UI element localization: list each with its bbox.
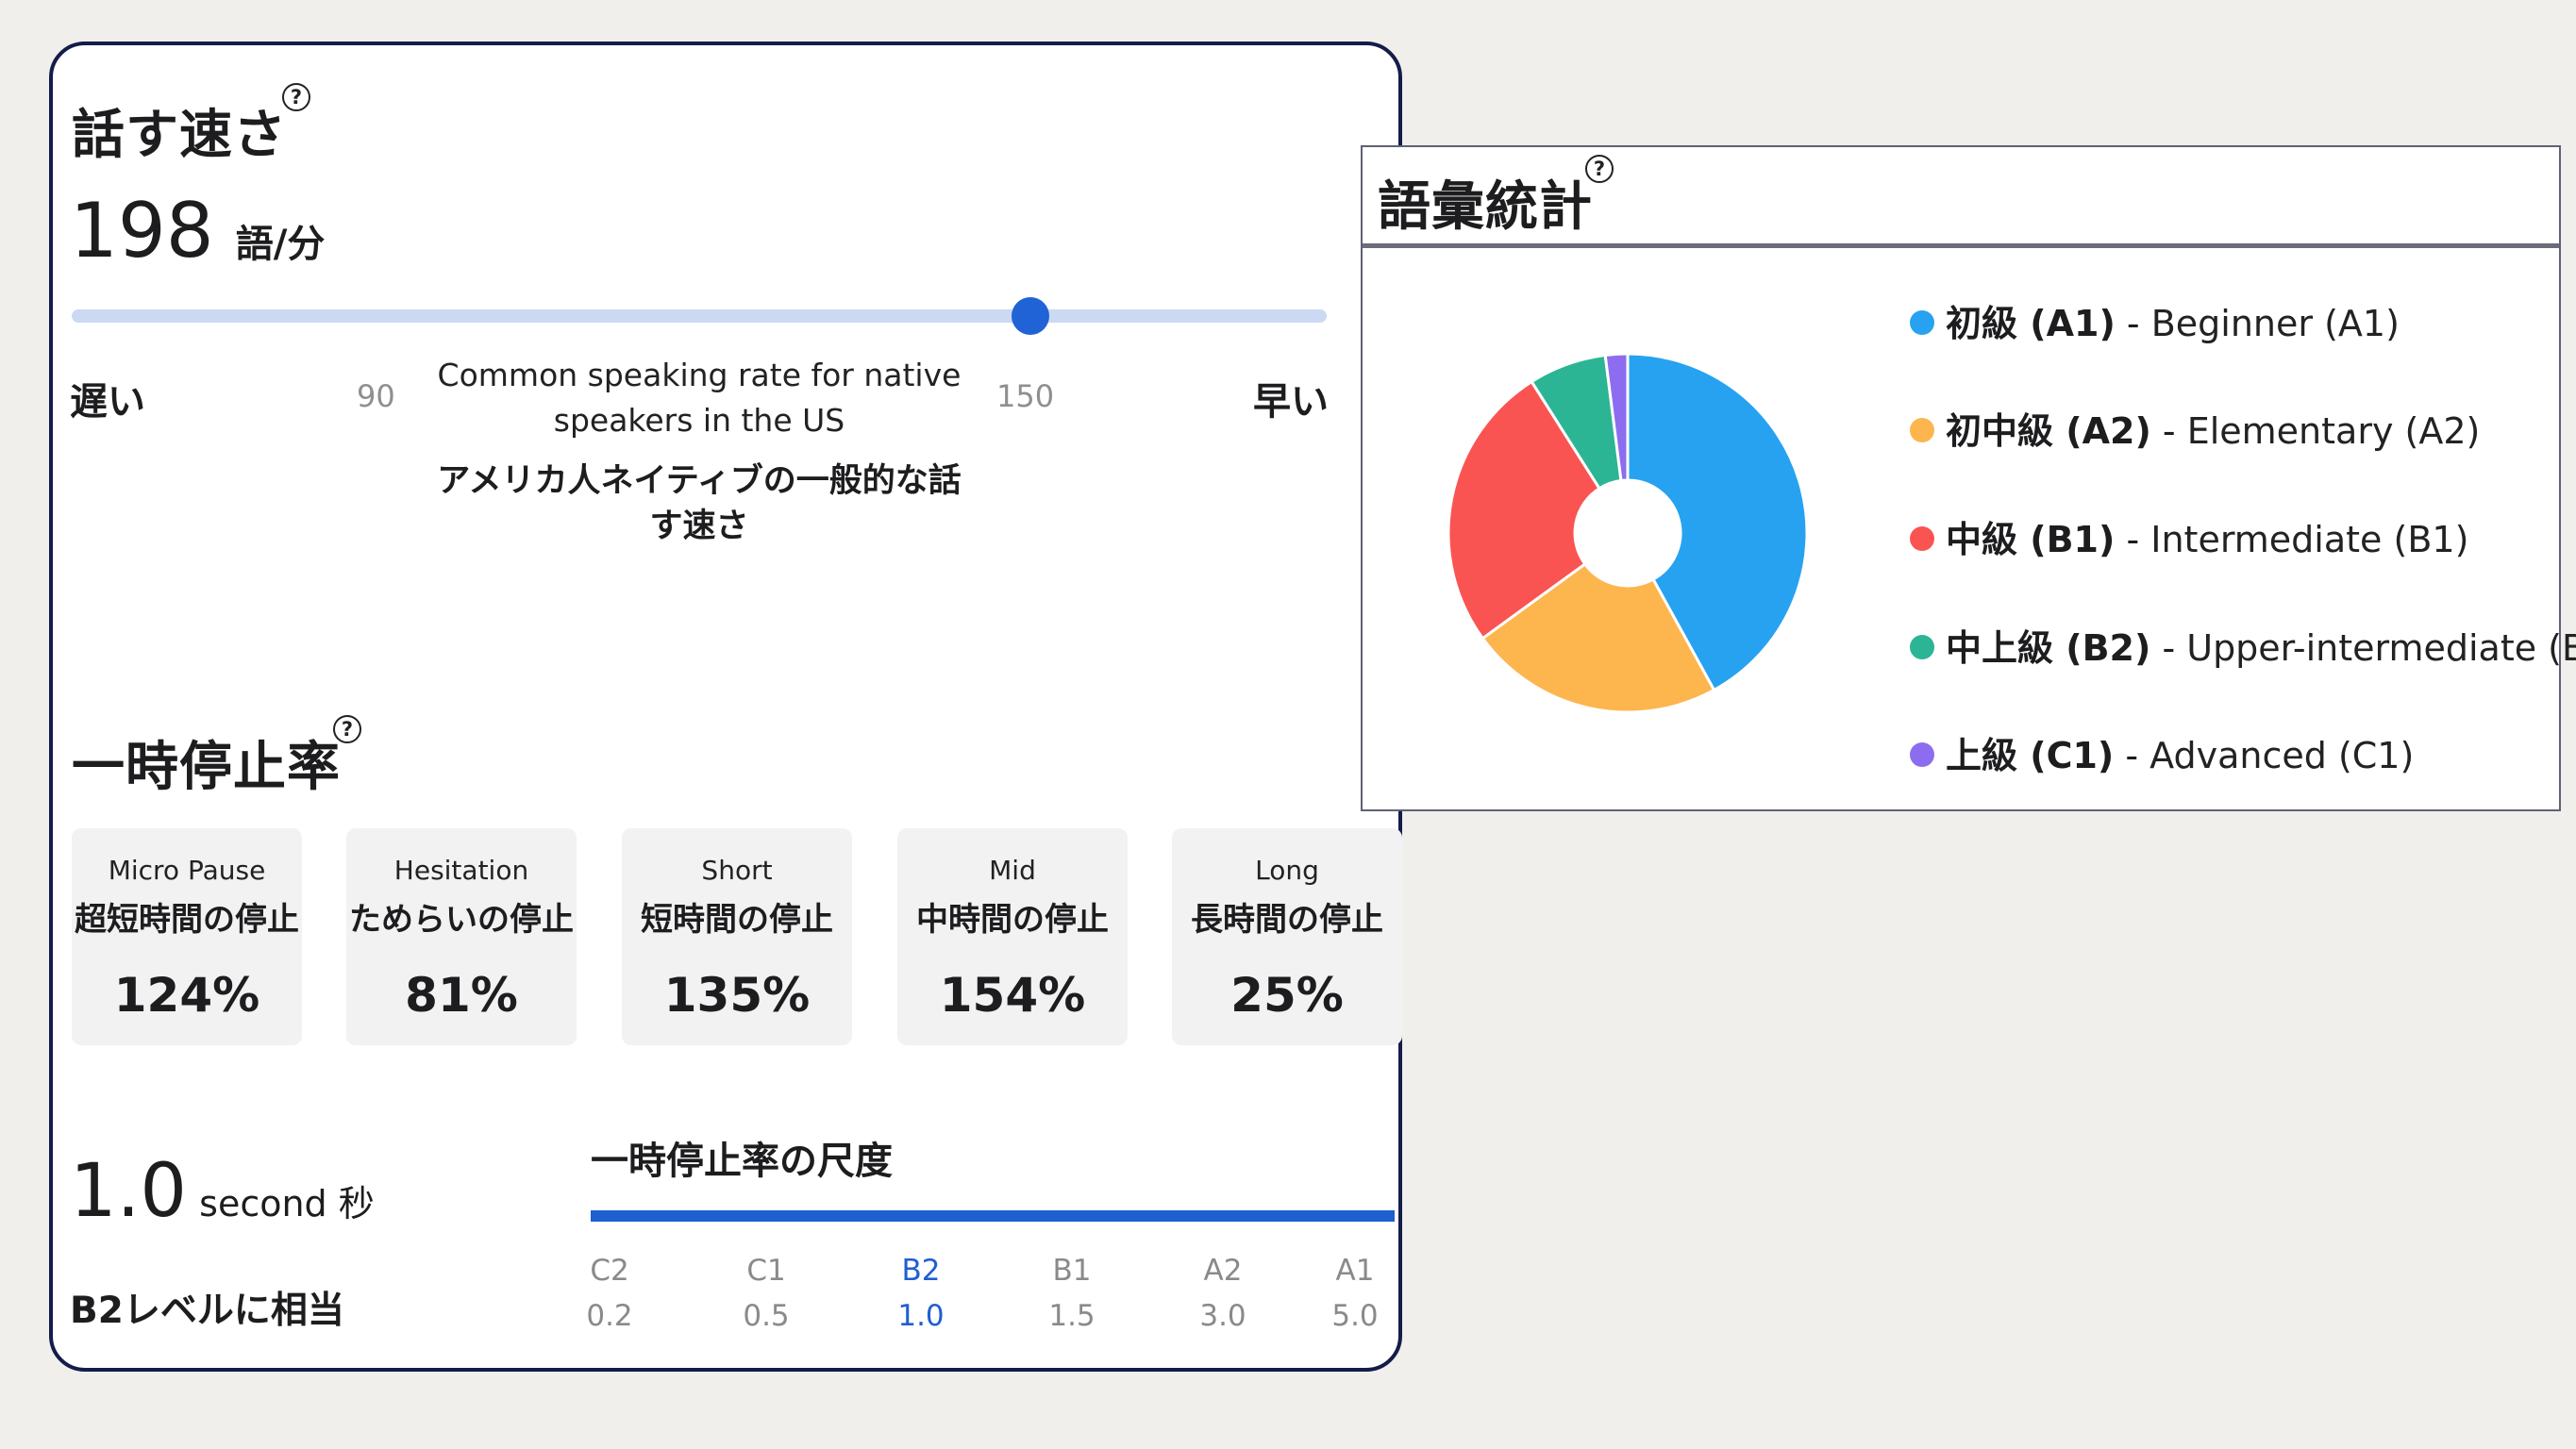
scale-title: 一時停止率の尺度 (591, 1140, 893, 1183)
legend-dot (1910, 525, 1934, 551)
legend-dot (1910, 741, 1934, 767)
legend-en: Intermediate (B1) (2150, 519, 2469, 560)
pause-stat-en: Long (1255, 855, 1319, 886)
fast-label: 早い (1253, 380, 1329, 424)
pause-stat-en: Mid (989, 855, 1036, 886)
vocab-title: 語彙統計 (1378, 176, 1593, 238)
scale-level: B2 (901, 1254, 941, 1288)
scale-item-a1: A1 5.0 (1317, 1248, 1393, 1339)
speed-slider-track (72, 309, 1327, 323)
legend-dot (1910, 309, 1934, 335)
pause-level-text: B2レベルに相当 (70, 1290, 344, 1332)
rate-value: 198 (70, 187, 214, 275)
pause-stat-micro: Micro Pause 超短時間の停止 124% (72, 828, 302, 1045)
legend-jp: 中級 (B1) (1946, 519, 2116, 560)
pause-stat-jp: 短時間の停止 (641, 901, 833, 939)
pause-stat-value: 124% (113, 968, 260, 1023)
scale-level: B1 (1052, 1254, 1092, 1288)
legend-en: Beginner (A1) (2150, 303, 2400, 344)
rate-unit: 語/分 (235, 223, 326, 266)
vocab-help-icon[interactable]: ? (1585, 155, 1614, 183)
pause-title: 一時停止率 (72, 737, 341, 798)
pause-stat-jp: 超短時間の停止 (75, 901, 299, 939)
slow-label: 遅い (70, 380, 145, 424)
speed-help-icon[interactable]: ? (282, 83, 310, 111)
pause-stat-value: 81% (405, 968, 518, 1023)
legend-jp: 上級 (C1) (1946, 735, 2115, 776)
scale-value: 1.0 (897, 1299, 945, 1333)
pause-stat-mid: Mid 中時間の停止 154% (897, 828, 1128, 1045)
legend-item-b1: 中級 (B1) - Intermediate (B1) (1910, 510, 2468, 562)
pause-stat-long: Long 長時間の停止 25% (1172, 828, 1402, 1045)
pause-stat-jp: 長時間の停止 (1191, 901, 1383, 939)
rate-readout: 198 語/分 (70, 187, 325, 275)
pause-stat-jp: 中時間の停止 (916, 901, 1109, 939)
common-rate-jp: アメリカ人ネイティブの一般的な話す速さ (437, 462, 962, 545)
pause-stat-jp: ためらいの停止 (349, 901, 574, 939)
legend-item-a1: 初級 (A1) - Beginner (A1) (1910, 294, 2400, 346)
scale-item-a2: A2 3.0 (1185, 1248, 1261, 1339)
legend-jp: 中上級 (B2) (1946, 627, 2151, 669)
scale-value: 1.5 (1048, 1299, 1096, 1333)
tick-low: 90 (357, 378, 395, 414)
pause-duration-unit: second 秒 (199, 1183, 375, 1224)
scale-level: C1 (746, 1254, 786, 1288)
scale-value: 0.2 (586, 1299, 633, 1333)
legend-item-a2: 初中級 (A2) - Elementary (A2) (1910, 402, 2480, 454)
vocab-divider (1363, 243, 2559, 248)
vocab-pie-chart (1447, 352, 1809, 714)
pause-stat-short: Short 短時間の停止 135% (622, 828, 852, 1045)
legend-en: Advanced (C1) (2149, 735, 2415, 776)
legend-dot (1910, 634, 1934, 659)
pause-stat-value: 154% (939, 968, 1086, 1023)
vocab-card: 語彙統計 ? 初級 (A1) - Beginner (A1) 初中級 (A2) … (1361, 145, 2576, 811)
scale-item-c2: C2 0.2 (572, 1248, 647, 1339)
scale-value: 5.0 (1331, 1299, 1379, 1333)
legend-jp: 初中級 (A2) (1946, 410, 2151, 452)
pause-help-icon[interactable]: ? (333, 715, 361, 743)
scale-bar (591, 1210, 1395, 1222)
speaking-card: 話す速さ ? 198 語/分 遅い 90 Common speaking rat… (49, 42, 1402, 1372)
legend-item-c1: 上級 (C1) - Advanced (C1) (1910, 726, 2414, 778)
scale-item-c1: C1 0.5 (728, 1248, 804, 1339)
scale-item-b2: B2 1.0 (883, 1248, 959, 1339)
pause-stat-value: 135% (663, 968, 811, 1023)
scale-value: 0.5 (743, 1299, 790, 1333)
scale-item-b1: B1 1.5 (1034, 1248, 1110, 1339)
pause-duration: 1.0 second 秒 (70, 1149, 375, 1234)
scale-level: A1 (1335, 1254, 1375, 1288)
pause-stat-value: 25% (1230, 968, 1344, 1023)
pause-stat-hesitation: Hesitation ためらいの停止 81% (346, 828, 577, 1045)
common-rate-en: Common speaking rate for native speakers… (437, 357, 962, 439)
legend-jp: 初級 (A1) (1946, 303, 2116, 344)
speed-slider-thumb[interactable] (1011, 297, 1049, 335)
pause-stat-en: Short (701, 855, 773, 886)
legend-item-b2: 中上級 (B2) - Upper-intermediate (B2) (1910, 619, 2576, 671)
legend-en: Elementary (A2) (2186, 410, 2481, 452)
scale-level: C2 (590, 1254, 629, 1288)
speed-title: 話す速さ (72, 105, 287, 166)
tick-high: 150 (996, 378, 1055, 414)
pause-duration-value: 1.0 (70, 1149, 188, 1234)
pause-stat-en: Micro Pause (108, 855, 266, 886)
legend-en: Upper-intermediate (B2) (2186, 627, 2576, 669)
legend-dot (1910, 417, 1934, 442)
scale-value: 3.0 (1199, 1299, 1246, 1333)
pause-stat-en: Hesitation (393, 855, 529, 886)
scale-level: A2 (1203, 1254, 1243, 1288)
